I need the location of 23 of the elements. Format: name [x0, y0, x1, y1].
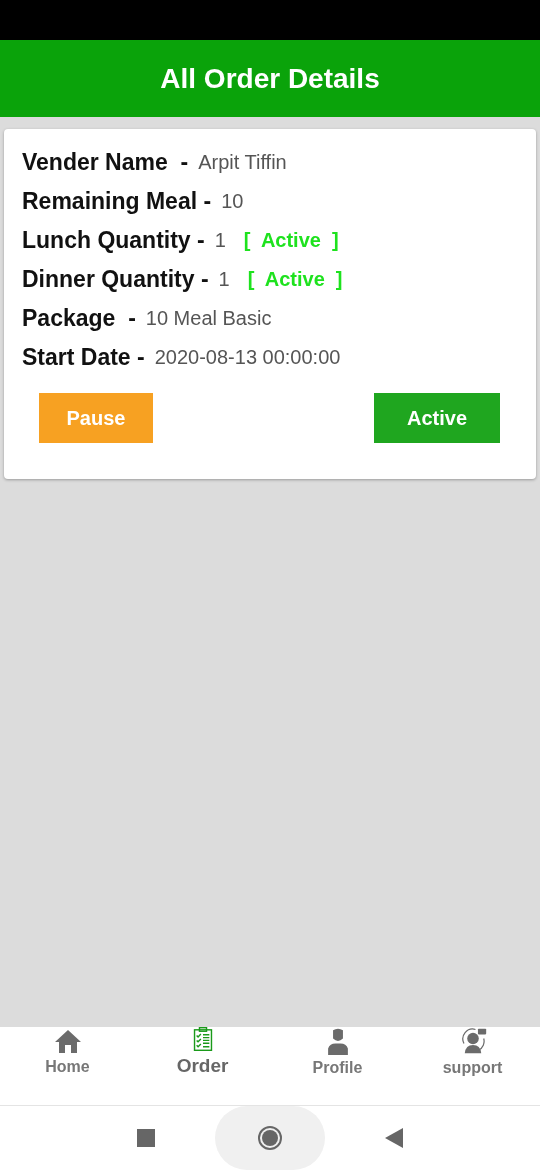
field-value: 10 [221, 190, 244, 213]
field-value: 10 Meal Basic [145, 307, 272, 330]
field-value: 1 [214, 229, 226, 252]
home-button-icon[interactable] [257, 1125, 283, 1151]
active-button[interactable]: Active [374, 393, 500, 443]
field-label: Package - [22, 305, 136, 332]
field-value: Arpit Tiffin [198, 151, 287, 174]
field-value: 1 [218, 268, 230, 291]
nav-tab[interactable]: Home [0, 1027, 135, 1077]
page-title: All Order Details [160, 62, 380, 95]
status-text: [ Active ] [247, 268, 343, 291]
field-label: Remaining Meal - [22, 188, 212, 215]
nav-tab[interactable]: Order [135, 1027, 270, 1077]
back-icon[interactable] [385, 1128, 403, 1148]
field-label: Start Date - [22, 344, 145, 371]
nav-tab[interactable]: support [405, 1027, 540, 1077]
field-label: Dinner Quantity - [22, 266, 209, 293]
status-text: [ Active ] [243, 229, 339, 252]
field-value: 2020-08-13 00:00:00 [154, 346, 341, 369]
nav-tab[interactable]: Profile [270, 1027, 405, 1077]
field-label: Lunch Quantity - [22, 227, 205, 254]
home-icon [53, 1028, 82, 1054]
field-label: Vender Name - [22, 149, 189, 176]
